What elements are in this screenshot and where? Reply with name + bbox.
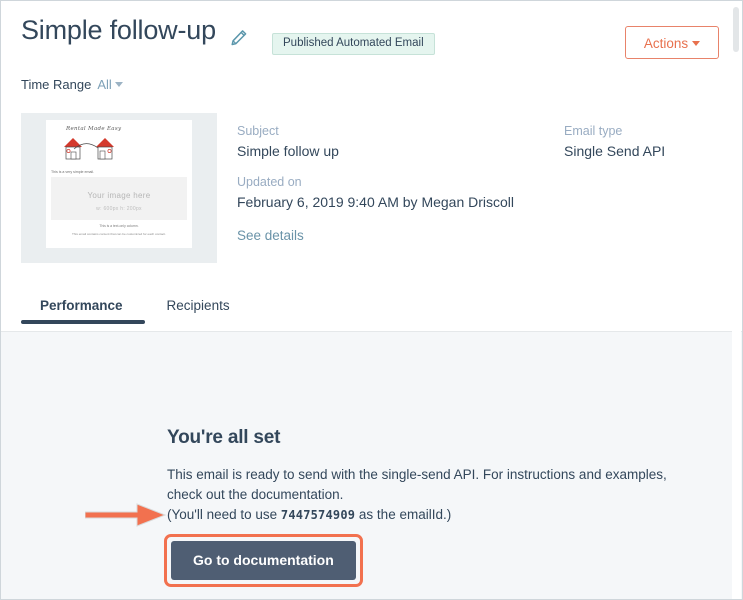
all-set-message: You're all set This email is ready to se… bbox=[167, 427, 697, 525]
time-range-filter: Time Range All bbox=[21, 74, 123, 94]
pencil-icon[interactable] bbox=[230, 29, 248, 47]
email-thumbnail-card[interactable]: Rental Made Easy This is a very simple e… bbox=[21, 113, 217, 263]
page-header-area: Simple follow-up Published Automated Ema… bbox=[1, 1, 742, 332]
all-set-heading: You're all set bbox=[167, 427, 281, 448]
tab-performance-label: Performance bbox=[40, 298, 123, 313]
email-type-label: Email type bbox=[564, 124, 623, 138]
thumbnail-image-placeholder: Your image here w: 600px h: 200px bbox=[51, 177, 187, 220]
thumbnail-placeholder-size: w: 600px h: 200px bbox=[96, 206, 142, 212]
time-range-value: All bbox=[97, 76, 112, 92]
tab-bar: Performance Recipients bbox=[21, 298, 252, 324]
houses-logo-icon bbox=[64, 138, 114, 160]
all-set-body-line-2: documentation. bbox=[251, 487, 344, 502]
see-details-link[interactable]: See details bbox=[237, 228, 304, 243]
header-row: Simple follow-up Published Automated Ema… bbox=[21, 12, 728, 59]
chevron-down-icon bbox=[114, 81, 123, 87]
time-range-label: Time Range bbox=[21, 76, 92, 92]
tab-recipients-label: Recipients bbox=[166, 298, 230, 313]
emailid-suffix: as the emailId.) bbox=[355, 507, 452, 522]
subject-value: Simple follow up bbox=[237, 143, 339, 159]
status-badge: Published Automated Email bbox=[272, 33, 435, 55]
actions-button[interactable]: Actions bbox=[625, 26, 719, 59]
right-arrow-annotation bbox=[85, 503, 167, 527]
chevron-down-icon bbox=[692, 41, 701, 46]
performance-panel: You're all set This email is ready to se… bbox=[1, 332, 742, 599]
all-set-body: This email is ready to send with the sin… bbox=[167, 465, 697, 525]
tab-performance[interactable]: Performance bbox=[21, 298, 145, 324]
scrollbar-track[interactable] bbox=[732, 2, 741, 599]
actions-button-label: Actions bbox=[643, 36, 689, 51]
scrollbar-thumb[interactable] bbox=[733, 7, 739, 52]
emailid-prefix: (You'll need to use bbox=[167, 507, 281, 522]
thumbnail-logo-text: Rental Made Easy bbox=[66, 126, 122, 132]
thumbnail-footer-line-1: This is a text-only column. bbox=[99, 224, 139, 228]
tab-recipients[interactable]: Recipients bbox=[145, 298, 252, 324]
emailid-value: 7447574909 bbox=[280, 508, 356, 522]
thumbnail-intro-line: This is a very simple email. bbox=[51, 170, 95, 174]
thumbnail-footer-line-2: This email contains content that can be … bbox=[72, 232, 166, 236]
email-detail-screen: Simple follow-up Published Automated Ema… bbox=[0, 0, 743, 600]
updated-on-value: February 6, 2019 9:40 AM by Megan Drisco… bbox=[237, 194, 515, 210]
go-to-documentation-highlight: Go to documentation bbox=[164, 534, 363, 587]
email-type-column: Email type Single Send API bbox=[564, 123, 734, 161]
updated-on-label: Updated on bbox=[237, 175, 302, 189]
email-thumbnail-preview: Rental Made Easy This is a very simple e… bbox=[46, 120, 192, 248]
email-details-column: Subject Simple follow up Updated on Febr… bbox=[237, 123, 537, 245]
page-title: Simple follow-up bbox=[21, 15, 216, 45]
email-type-value: Single Send API bbox=[564, 143, 666, 159]
all-set-body-line-1: This email is ready to send with the sin… bbox=[167, 467, 667, 502]
time-range-dropdown[interactable]: All bbox=[97, 76, 123, 92]
go-to-documentation-button[interactable]: Go to documentation bbox=[171, 541, 356, 580]
subject-label: Subject bbox=[237, 124, 279, 138]
thumbnail-placeholder-title: Your image here bbox=[87, 191, 151, 200]
